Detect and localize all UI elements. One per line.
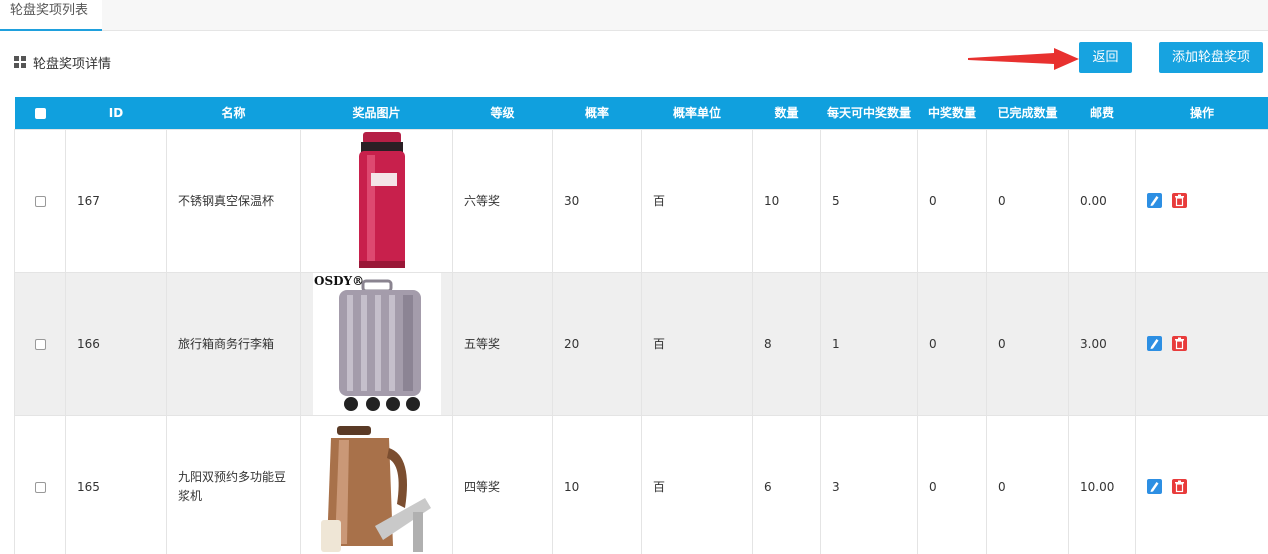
row-checkbox[interactable] <box>34 195 46 207</box>
cell-quantity: 10 <box>752 128 821 273</box>
cell-daily-winnable: 5 <box>820 128 918 273</box>
back-button[interactable]: 返回 <box>1079 42 1132 73</box>
cell-probability-unit: 百 <box>641 414 753 554</box>
header-probability-unit: 概率单位 <box>641 97 753 129</box>
header-name: 名称 <box>166 97 301 129</box>
trash-icon[interactable] <box>1171 479 1187 494</box>
header-id: ID <box>65 97 167 129</box>
header-completed-count: 已完成数量 <box>986 97 1069 129</box>
cell-id: 166 <box>65 271 167 416</box>
cell-probability-unit: 百 <box>641 128 753 273</box>
cell-level: 六等奖 <box>452 128 553 273</box>
cell-quantity: 8 <box>752 271 821 416</box>
trash-icon[interactable] <box>1171 336 1187 351</box>
table-row: 166 旅行箱商务行李箱 OSDY® 五等奖 20 百 8 1 0 0 3.00 <box>14 271 1268 416</box>
red-arrow-annotation <box>968 48 1079 70</box>
suitcase-image: OSDY® <box>312 272 441 415</box>
cell-daily-winnable: 1 <box>820 271 918 416</box>
cell-postage: 10.00 <box>1068 414 1136 554</box>
vacuum-cup-image <box>312 129 441 272</box>
cell-image: OSDY® <box>300 271 453 416</box>
panel-header: 轮盘奖项详情 <box>14 52 111 72</box>
header-probability: 概率 <box>552 97 642 129</box>
cell-completed-count: 0 <box>986 128 1069 273</box>
row-checkbox[interactable] <box>34 481 46 493</box>
row-select-cell[interactable] <box>14 414 66 554</box>
cell-won-count: 0 <box>917 414 987 554</box>
cell-name: 九阳双预约多功能豆浆机 <box>166 414 301 554</box>
cell-probability-unit: 百 <box>641 271 753 416</box>
cell-actions <box>1135 128 1268 273</box>
row-select-cell[interactable] <box>14 271 66 416</box>
header-image: 奖品图片 <box>300 97 453 129</box>
cell-daily-winnable: 3 <box>820 414 918 554</box>
cell-probability: 30 <box>552 128 642 273</box>
cell-level: 五等奖 <box>452 271 553 416</box>
row-select-cell[interactable] <box>14 128 66 273</box>
select-all-checkbox[interactable] <box>34 107 46 119</box>
cell-id: 165 <box>65 414 167 554</box>
prize-table: ID 名称 奖品图片 等级 概率 概率单位 数量 每天可中奖数量 中奖数量 已完… <box>14 97 1268 554</box>
header-won-count: 中奖数量 <box>917 97 987 129</box>
cell-completed-count: 0 <box>986 271 1069 416</box>
panel-title: 轮盘奖项详情 <box>33 56 112 72</box>
soymilk-maker-image <box>312 415 441 554</box>
cell-actions <box>1135 271 1268 416</box>
table-row: 167 不锈钢真空保温杯 六等奖 30 百 10 5 0 0 0.00 <box>14 128 1268 273</box>
cell-probability: 20 <box>552 271 642 416</box>
table-row: 165 九阳双预约多功能豆浆机 四等奖 10 百 6 3 0 0 10.00 <box>14 414 1268 554</box>
edit-icon[interactable] <box>1147 193 1162 208</box>
cell-completed-count: 0 <box>986 414 1069 554</box>
table-header-row: ID 名称 奖品图片 等级 概率 概率单位 数量 每天可中奖数量 中奖数量 已完… <box>14 97 1268 129</box>
edit-icon[interactable] <box>1147 479 1162 494</box>
header-actions: 操作 <box>1135 97 1268 129</box>
cell-won-count: 0 <box>917 271 987 416</box>
cell-probability: 10 <box>552 414 642 554</box>
cell-image <box>300 414 453 554</box>
grid-icon <box>14 56 26 68</box>
cell-name: 旅行箱商务行李箱 <box>166 271 301 416</box>
cell-postage: 0.00 <box>1068 128 1136 273</box>
cell-won-count: 0 <box>917 128 987 273</box>
tab-bar: 轮盘奖项列表 <box>0 0 1268 31</box>
header-daily-winnable: 每天可中奖数量 <box>820 97 918 129</box>
cell-actions <box>1135 414 1268 554</box>
header-quantity: 数量 <box>752 97 821 129</box>
edit-icon[interactable] <box>1147 336 1162 351</box>
cell-level: 四等奖 <box>452 414 553 554</box>
add-prize-button[interactable]: 添加轮盘奖项 <box>1159 42 1263 73</box>
cell-image <box>300 128 453 273</box>
osdy-logo-text: OSDY® <box>314 274 364 288</box>
cell-postage: 3.00 <box>1068 271 1136 416</box>
header-level: 等级 <box>452 97 553 129</box>
header-postage: 邮费 <box>1068 97 1136 129</box>
cell-name: 不锈钢真空保温杯 <box>166 128 301 273</box>
trash-icon[interactable] <box>1171 193 1187 208</box>
header-select-all[interactable] <box>14 97 66 129</box>
tab-roulette-prize-list[interactable]: 轮盘奖项列表 <box>0 0 102 31</box>
cell-id: 167 <box>65 128 167 273</box>
row-checkbox[interactable] <box>34 338 46 350</box>
cell-quantity: 6 <box>752 414 821 554</box>
